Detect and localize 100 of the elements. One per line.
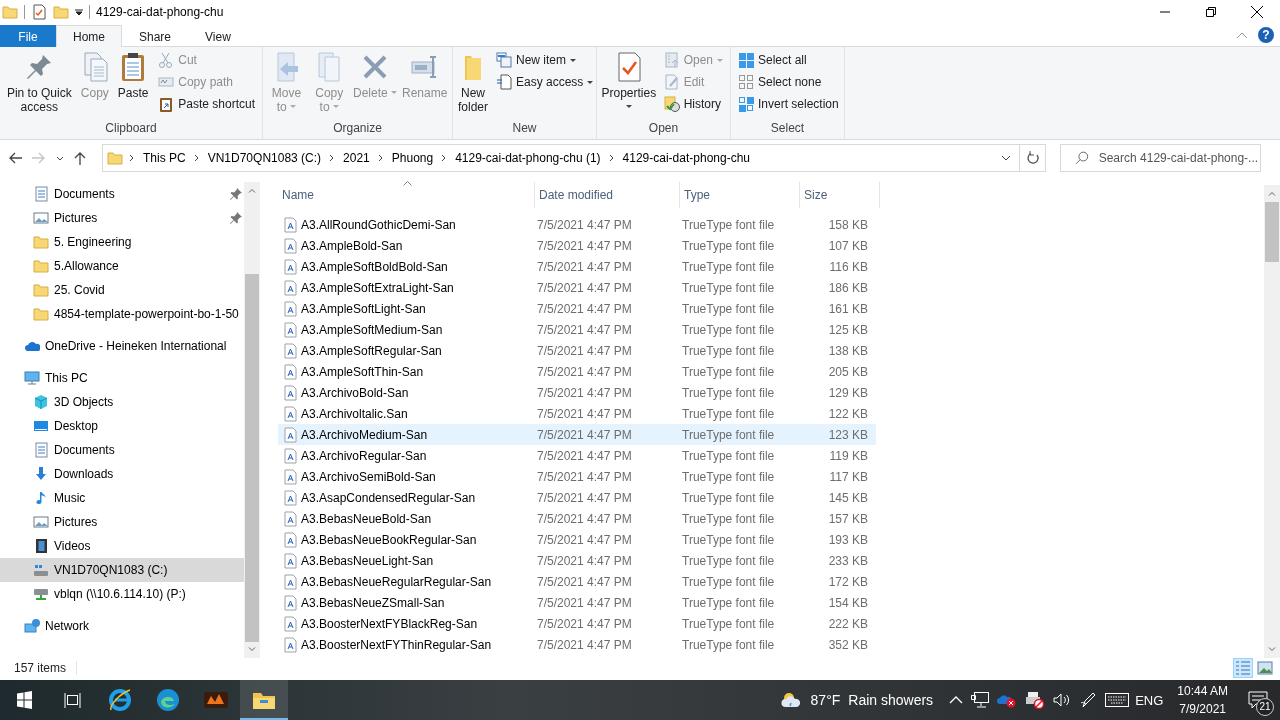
breadcrumb[interactable]: VN1D70QN1083 (C:) [205,151,324,165]
ribbon-tab[interactable]: View [188,25,248,47]
file-row[interactable]: A3.ArchivoSemiBold-San 7/5/2021 4:47 PM TrueType font file 117 KB [278,466,876,487]
breadcrumb[interactable]: Phuong [389,151,436,165]
file-row[interactable]: A3.ArchivoMedium-San 7/5/2021 4:47 PM TrueType font file 123 KB [278,424,876,445]
notifications-button[interactable]: 21 [1236,680,1280,720]
language-indicator[interactable]: ENG [1129,692,1170,708]
breadcrumb[interactable]: 2021 [341,151,372,165]
file-row[interactable]: A3.AmpleSoftBoldBold-San 7/5/2021 4:47 PM TrueType font file 116 KB [278,256,876,277]
nav-item[interactable]: VN1D70QN1083 (C:) [0,558,244,582]
file-row[interactable]: A3.AllRoundGothicDemi-San 7/5/2021 4:47 PM TrueType font file 158 KB [278,214,876,235]
table-cell-text: 7/5/2021 4:47 PM [536,553,633,568]
file-row[interactable]: A3.BebasNeueZSmall-San 7/5/2021 4:47 PM TrueType font file 154 KB [278,592,876,613]
column-header[interactable]: Name [278,182,535,208]
table-cell-text: 193 KB [827,532,868,547]
nav-item[interactable]: vblqn (\\10.6.114.10) (P:) [0,582,244,606]
ribbon-tab[interactable]: Home [56,25,122,47]
nav-item[interactable]: Documents [0,182,244,206]
ribbon-button[interactable]: Easy access [493,71,597,93]
ribbon-button[interactable]: Invert selection [735,93,842,115]
nav-item[interactable]: OneDrive - Heineken International [0,334,244,358]
nav-item[interactable]: Music [0,486,244,510]
file-row[interactable]: A3.BoosterNextFYBlackReg-San 7/5/2021 4:47 PM TrueType font file 222 KB [278,613,876,634]
file-name: A3.BebasNeueLight-San [301,553,434,568]
file-row[interactable]: A3.BebasNeueLight-San 7/5/2021 4:47 PM TrueType font file 233 KB [278,550,876,571]
help-button[interactable]: ? [1258,27,1274,43]
file-row[interactable]: A3.BebasNeueBookRegular-San 7/5/2021 4:47 PM TrueType font file 193 KB [278,529,876,550]
nav-item[interactable]: 3D Objects [0,390,244,414]
document-icon [496,74,512,90]
nav-item[interactable]: Pictures [0,206,244,230]
file-row[interactable]: A3.AmpleSoftThin-San 7/5/2021 4:47 PM TrueType font file 205 KB [278,361,876,382]
ribbon-button[interactable]: History [660,93,726,115]
nav-item[interactable]: 5.Allowance [0,254,244,278]
ribbon-button[interactable]: Paste [115,49,152,102]
address-bar[interactable]: This PC VN1D70QN1083 (C:) 2021 Phuong 4129-cai-dat-phong-chu (1) 4129-cai-dat-phong-chu [102,144,1046,172]
table-cell-text: 7/5/2021 4:47 PM [536,427,633,442]
file-row[interactable]: A3.BebasNeueBold-San 7/5/2021 4:47 PM TrueType font file 157 KB [278,508,876,529]
nav-item[interactable]: Network [0,614,244,638]
table-cell-text: 125 KB [827,322,868,337]
column-header[interactable]: Size [800,182,880,208]
table-cell-text: 186 KB [827,280,868,295]
table-cell-text: 7/5/2021 4:47 PM [536,217,633,232]
edit-icon [663,74,680,90]
ribbon-button[interactable]: Properties [601,49,657,116]
nav-item[interactable]: 4854-template-powerpoint-bo-1-50 [0,302,244,326]
nav-item[interactable]: Downloads [0,462,244,486]
nav-item[interactable]: 5. Engineering [0,230,244,254]
nav-item[interactable]: 25. Covid [0,278,244,302]
file-row[interactable]: A3.AsapCondensedRegular-San 7/5/2021 4:47 PM TrueType font file 145 KB [278,487,876,508]
file-name: A3.ArchivoMedium-San [301,427,428,442]
history-icon [663,96,680,112]
nav-item[interactable]: Pictures [0,510,244,534]
file-explorer-button[interactable] [240,680,288,720]
browser-icon [108,688,132,712]
file-row[interactable]: A3.AmpleSoftRegular-San 7/5/2021 4:47 PM TrueType font file 138 KB [278,340,876,361]
file-row[interactable]: A3.ArchivoRegular-San 7/5/2021 4:47 PM TrueType font file 119 KB [278,445,876,466]
scroll-thumb[interactable] [245,273,259,642]
ribbon-button[interactable]: Pin to Quick access [4,49,75,116]
nav-item[interactable]: Videos [0,534,244,558]
file-row[interactable]: A3.AmpleSoftMedium-San 7/5/2021 4:47 PM TrueType font file 125 KB [278,319,876,340]
file-row[interactable]: A3.AmpleSoftLight-San 7/5/2021 4:47 PM TrueType font file 161 KB [278,298,876,319]
breadcrumb[interactable]: 4129-cai-dat-phong-chu [620,151,752,165]
film-icon [33,538,49,554]
ribbon-button[interactable]: Select all [735,49,842,71]
chevron-up-icon [248,187,256,193]
weather-widget[interactable]: 87°F Rain showers [770,690,942,710]
printer-icon [1025,691,1046,709]
column-header[interactable]: Type [680,182,800,208]
documents-icon [33,186,49,202]
file-row[interactable]: A3.BoosterNextFYThinRegular-San 7/5/2021 4:47 PM TrueType font file 352 KB [278,634,876,655]
ribbon-tab[interactable]: Share [122,25,189,47]
dropdown-icon [75,8,83,16]
column-header[interactable]: Date modified [535,182,680,208]
search-field[interactable]: Search 4129-cai-dat-phong-... [1060,144,1261,172]
breadcrumb[interactable]: This PC [141,151,188,165]
table-cell-text: 7/5/2021 4:47 PM [536,574,633,589]
nav-item[interactable]: This PC [0,366,244,390]
file-name: A3.BebasNeueBookRegular-San [301,532,477,547]
file-row[interactable]: A3.AmpleSoftExtraLight-San 7/5/2021 4:47 PM TrueType font file 186 KB [278,277,876,298]
large-icons-view-button[interactable] [1255,658,1275,678]
arrow-left-icon [8,151,24,165]
nav-item[interactable]: Documents [0,438,244,462]
ribbon-button[interactable]: New item [493,49,597,71]
file-row[interactable]: A3.Archivoltalic.San 7/5/2021 4:47 PM TrueType font file 122 KB [278,403,876,424]
breadcrumb[interactable]: 4129-cai-dat-phong-chu (1) [453,151,603,165]
file-row[interactable]: A3.AmpleBold-San 7/5/2021 4:47 PM TrueType font file 107 KB [278,235,876,256]
clock[interactable]: 10:44 AM 7/9/2021 [1169,682,1236,718]
ribbon-button[interactable]: Select none [735,71,842,93]
file-row[interactable]: A3.ArchivoBold-San 7/5/2021 4:47 PM TrueType font file 129 KB [278,382,876,403]
scrollbar[interactable] [1264,185,1280,658]
chevron-up-icon [949,696,964,704]
nav-item[interactable]: Desktop [0,414,244,438]
scrollbar[interactable] [244,182,260,658]
ribbon-button[interactable]: Paste shortcut [155,93,258,115]
file-row[interactable]: A3.BebasNeueRegularRegular-San 7/5/2021 4:47 PM TrueType font file 172 KB [278,571,876,592]
ribbon-button[interactable]: New folder [457,49,489,116]
file-menu-button[interactable]: File [0,25,56,47]
table-cell-text: 7/5/2021 4:47 PM [536,406,633,421]
scroll-thumb[interactable] [1265,202,1279,262]
table-cell-text: 7/5/2021 4:47 PM [536,532,633,547]
